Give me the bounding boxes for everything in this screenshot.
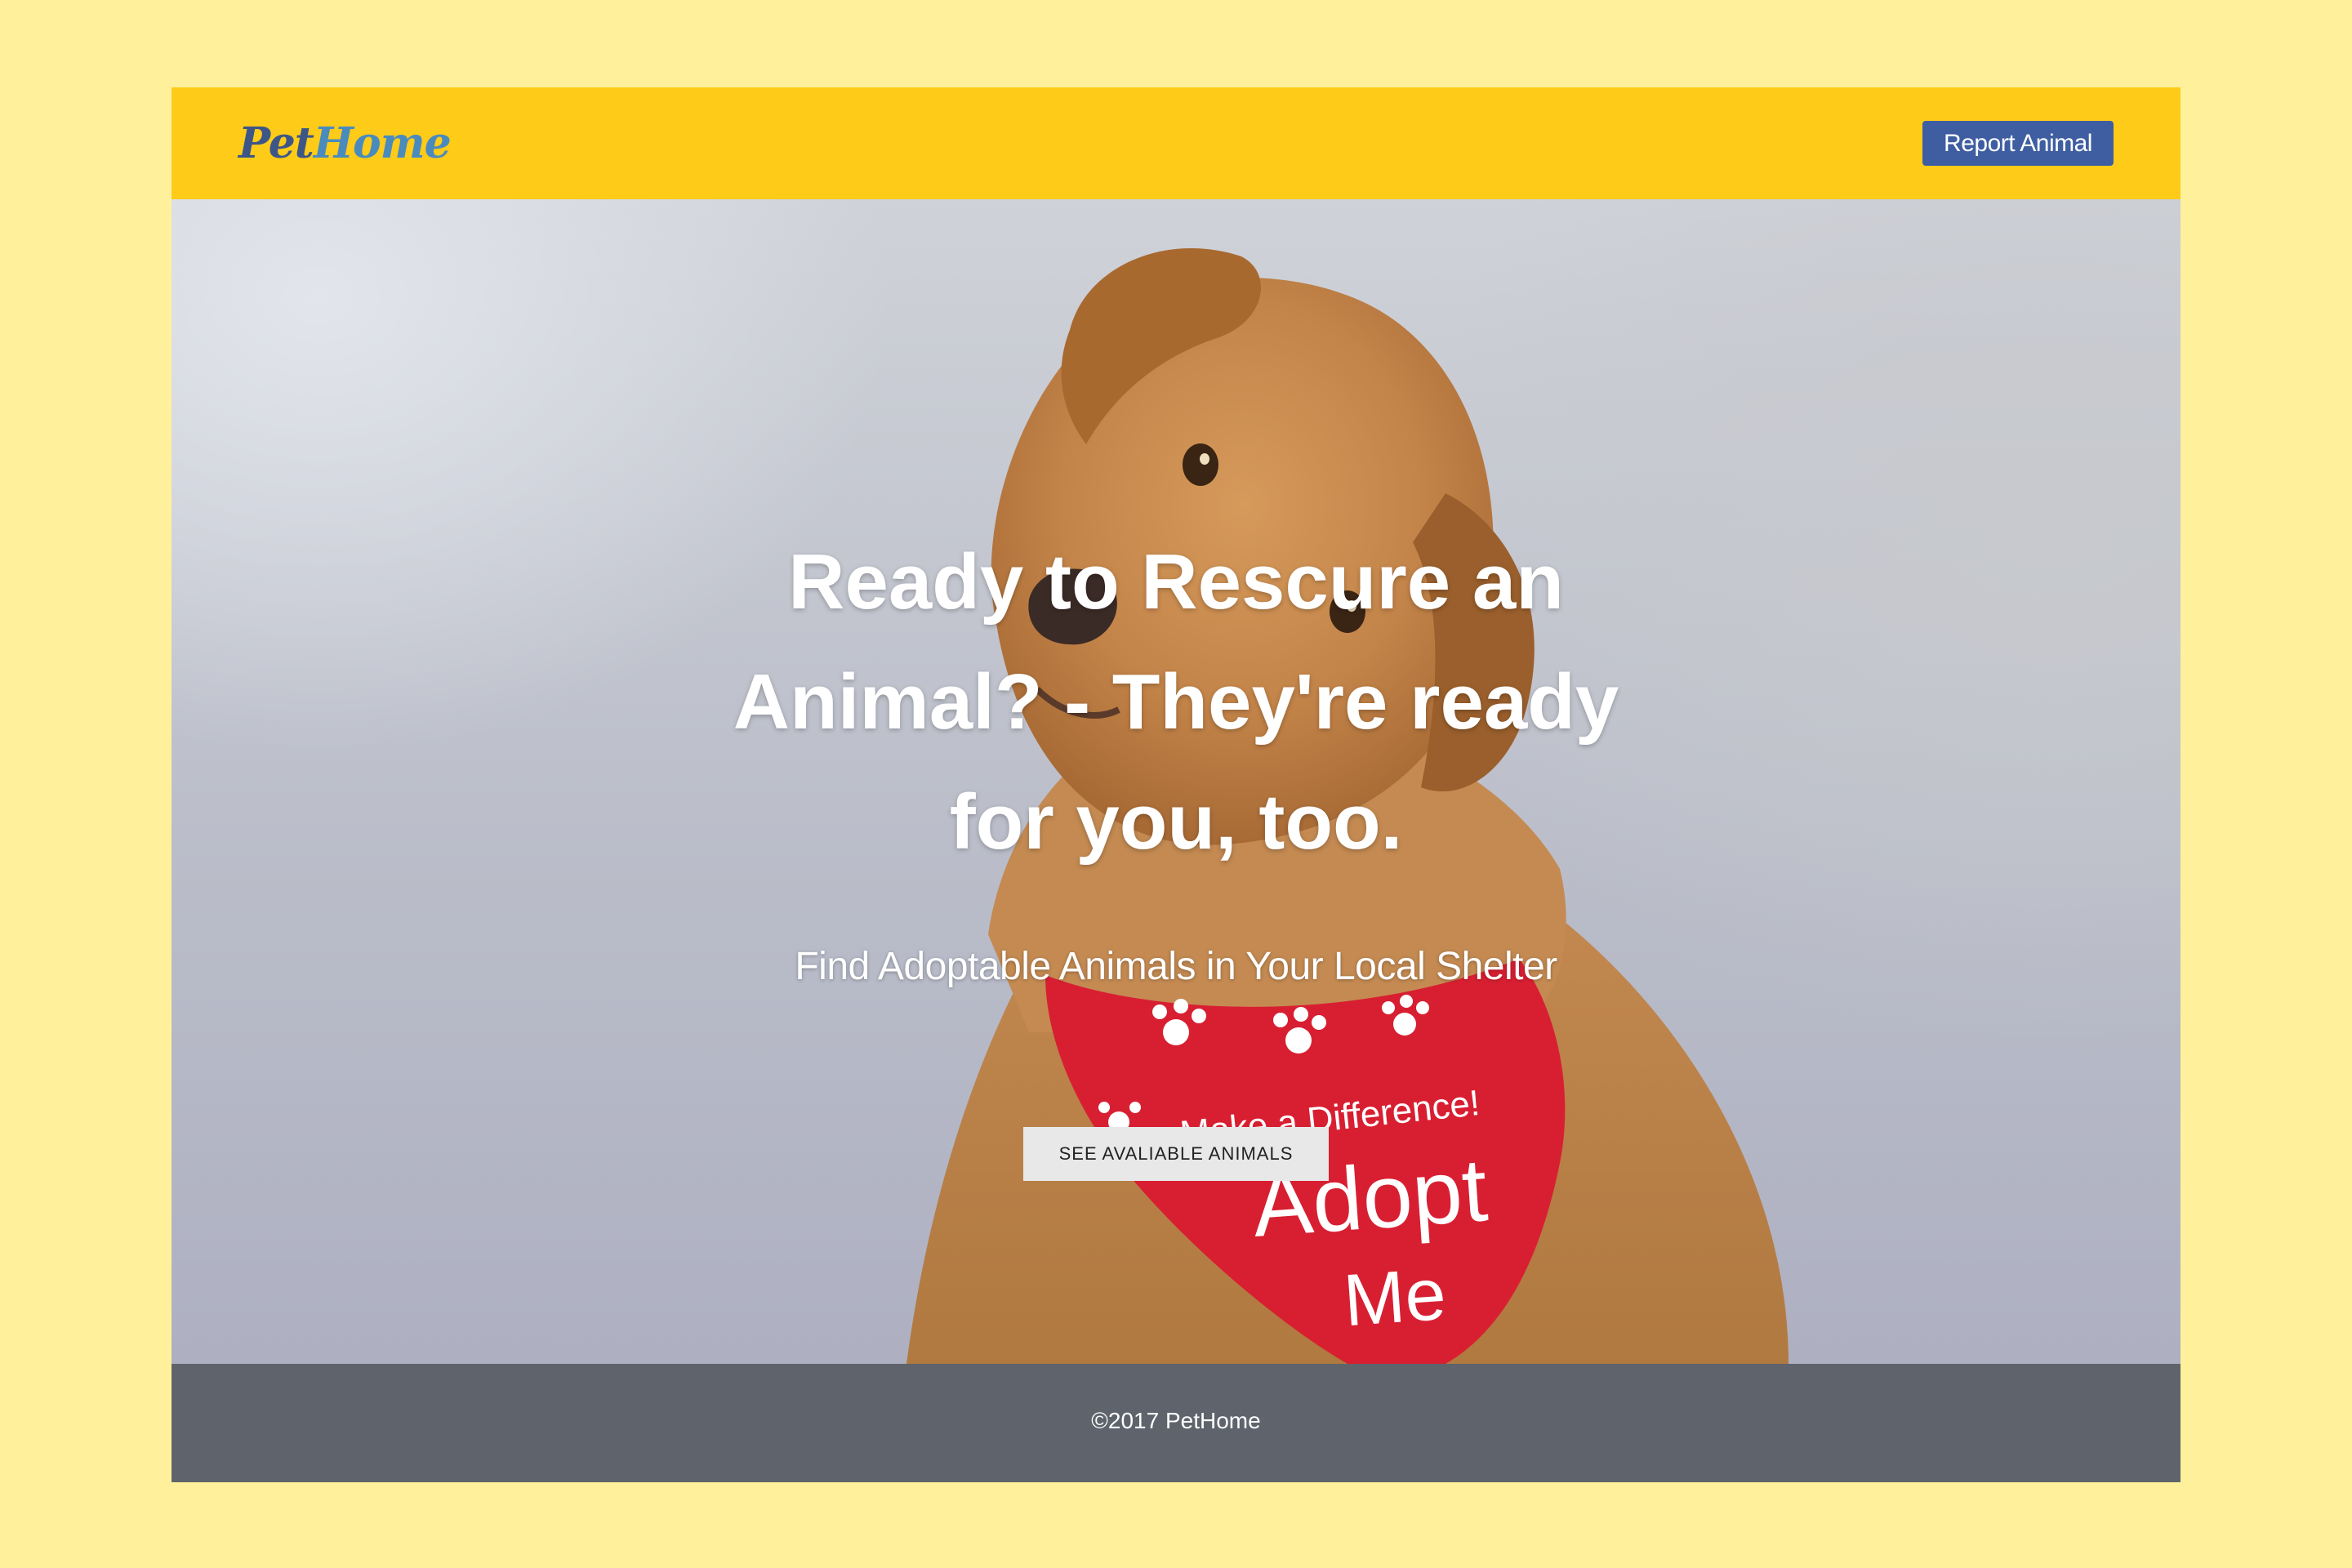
site-footer: ©2017 PetHome xyxy=(172,1364,2180,1482)
pethome-logo[interactable]: PetHome xyxy=(238,118,452,169)
see-available-animals-button[interactable]: SEE AVALIABLE ANIMALS xyxy=(1023,1127,1329,1181)
logo-text-home: Home xyxy=(313,118,452,168)
hero-section: Make a Difference! Adopt Me Ready to Res… xyxy=(172,199,2180,1364)
hero-subtitle: Find Adoptable Animals in Your Local She… xyxy=(795,945,1557,988)
site-header: PetHome Report Animal xyxy=(172,87,2180,199)
report-animal-button[interactable]: Report Animal xyxy=(1922,121,2114,166)
hero-title: Ready to Rescure an Animal? - They're re… xyxy=(733,538,1619,866)
browser-window: PetHome Report Animal Make a Difference!… xyxy=(172,87,2180,1482)
bandana-text-3: Me xyxy=(1341,1254,1449,1342)
logo-text-pet: Pet xyxy=(238,118,314,168)
copyright-text: ©2017 PetHome xyxy=(1091,1408,1261,1433)
